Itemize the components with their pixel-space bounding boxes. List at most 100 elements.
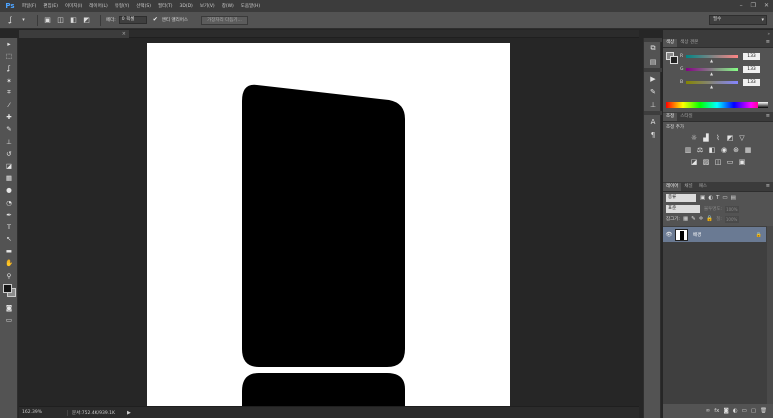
tab-styles[interactable]: 스타일 xyxy=(677,113,695,121)
menu-edit[interactable]: 편집(E) xyxy=(43,3,58,9)
intersect-selection-icon[interactable]: ◩ xyxy=(82,16,91,25)
pen-tool-icon[interactable]: ✒ xyxy=(0,209,18,221)
red-track[interactable]: ▲ xyxy=(686,55,738,63)
black-white-icon[interactable]: ◧ xyxy=(708,146,716,154)
menu-filter[interactable]: 필터(T) xyxy=(158,3,173,9)
screen-mode-icon[interactable]: ▭ xyxy=(0,314,18,326)
tab-adjustments[interactable]: 조정 xyxy=(663,113,678,121)
panel-menu-icon[interactable]: ≡ xyxy=(766,39,770,45)
blue-slider[interactable]: B ▲ 133 xyxy=(680,79,760,89)
green-thumb[interactable]: ▲ xyxy=(710,71,713,76)
refine-edge-button[interactable]: 가장자리 다듬기... xyxy=(201,15,248,25)
healing-brush-tool-icon[interactable]: ✚ xyxy=(0,111,18,123)
rectangle-tool-icon[interactable]: ▬ xyxy=(0,245,18,257)
layer-filter-select[interactable]: 종류 xyxy=(666,194,696,202)
new-group-icon[interactable]: ▭ xyxy=(742,408,747,414)
crop-tool-icon[interactable]: ⌗ xyxy=(0,87,18,99)
menu-file[interactable]: 파일(F) xyxy=(22,3,36,9)
tab-paths[interactable]: 패스 xyxy=(696,183,710,191)
color-balance-icon[interactable]: ⚖ xyxy=(696,146,704,154)
gradient-tool-icon[interactable]: ▦ xyxy=(0,172,18,184)
marquee-tool-icon[interactable]: ⬚ xyxy=(0,50,18,62)
menu-layer[interactable]: 레이어(L) xyxy=(89,3,107,9)
paragraph-panel-icon[interactable]: ¶ xyxy=(644,128,662,141)
menu-3d[interactable]: 3D(D) xyxy=(180,4,193,9)
delete-layer-icon[interactable]: 🗑 xyxy=(760,408,767,414)
red-thumb[interactable]: ▲ xyxy=(710,58,713,63)
exposure-icon[interactable]: ◩ xyxy=(726,134,734,142)
filter-adjustment-icon[interactable]: ◐ xyxy=(708,195,713,201)
lasso-icon[interactable]: ʆ xyxy=(6,16,15,25)
levels-icon[interactable]: ▟ xyxy=(702,134,710,142)
visibility-eye-icon[interactable]: 👁 xyxy=(663,232,675,238)
lasso-tool-icon[interactable]: ʆ xyxy=(0,62,18,74)
menu-type[interactable]: 유형(Y) xyxy=(115,3,130,9)
lock-transparent-icon[interactable]: ▦ xyxy=(683,216,688,222)
menu-window[interactable]: 창(W) xyxy=(222,3,234,9)
lock-position-icon[interactable]: ✛ xyxy=(699,216,704,222)
panel-menu-icon[interactable]: ≡ xyxy=(766,183,770,189)
type-tool-icon[interactable]: T xyxy=(0,221,18,233)
menu-view[interactable]: 보기(V) xyxy=(200,3,215,9)
curves-icon[interactable]: ⌇ xyxy=(714,134,722,142)
posterize-icon[interactable]: ▨ xyxy=(702,158,710,166)
restore-icon[interactable]: ❐ xyxy=(751,2,756,9)
zoom-level[interactable]: 162.39% xyxy=(19,410,59,415)
color-spectrum-ramp[interactable] xyxy=(666,102,768,108)
add-mask-icon[interactable]: ◙ xyxy=(723,408,728,414)
history-panel-icon[interactable]: ⧉ xyxy=(644,42,662,55)
tool-preset-chevron-icon[interactable]: ▾ xyxy=(19,16,28,25)
layer-name[interactable]: 배경 xyxy=(693,232,756,238)
history-brush-tool-icon[interactable]: ↺ xyxy=(0,148,18,160)
opacity-input[interactable]: 100% xyxy=(725,205,740,213)
subtract-from-selection-icon[interactable]: ◧ xyxy=(69,16,78,25)
brush-panel-icon[interactable]: ✎ xyxy=(644,85,662,98)
document-tab[interactable]: × xyxy=(19,30,129,38)
red-value[interactable]: 133 xyxy=(743,53,760,60)
tab-color[interactable]: 색상 xyxy=(663,39,678,47)
path-selection-tool-icon[interactable]: ↖ xyxy=(0,233,18,245)
foreground-color-swatch[interactable] xyxy=(3,283,12,293)
feather-input[interactable]: 0 픽셀 xyxy=(118,16,147,24)
tab-layers[interactable]: 레이어 xyxy=(663,183,682,191)
blue-value[interactable]: 133 xyxy=(743,79,760,86)
filter-pixel-icon[interactable]: ▣ xyxy=(700,195,705,201)
new-layer-icon[interactable]: ▢ xyxy=(751,408,756,414)
character-panel-icon[interactable]: A xyxy=(644,115,662,128)
photo-filter-icon[interactable]: ◉ xyxy=(720,146,728,154)
lock-all-icon[interactable]: 🔒 xyxy=(706,216,713,222)
blue-track[interactable]: ▲ xyxy=(686,81,738,89)
hue-saturation-icon[interactable]: ▥ xyxy=(684,146,692,154)
filter-shape-icon[interactable]: ▭ xyxy=(722,195,727,201)
status-menu-arrow-icon[interactable]: ▶ xyxy=(127,410,131,416)
new-adjustment-layer-icon[interactable]: ◐ xyxy=(733,408,738,414)
channel-mixer-icon[interactable]: ⊛ xyxy=(732,146,740,154)
actions-panel-icon[interactable]: ▶ xyxy=(644,72,662,85)
blur-tool-icon[interactable]: ● xyxy=(0,184,18,196)
layer-style-icon[interactable]: fx xyxy=(714,408,719,414)
layers-scrollbar[interactable] xyxy=(767,226,773,416)
close-tab-icon[interactable]: × xyxy=(122,30,126,38)
layer-row[interactable]: 👁 배경 🔒 xyxy=(663,227,766,242)
green-track[interactable]: ▲ xyxy=(686,68,738,76)
blend-mode-select[interactable]: 표준 xyxy=(666,205,700,213)
workspace-select[interactable]: 필수 xyxy=(709,15,767,25)
vibrance-icon[interactable]: ▽ xyxy=(738,134,746,142)
blue-thumb[interactable]: ▲ xyxy=(710,84,713,89)
invert-icon[interactable]: ◪ xyxy=(690,158,698,166)
color-swatches[interactable] xyxy=(0,282,17,302)
quick-mask-icon[interactable]: ◙ xyxy=(0,302,18,314)
document-canvas[interactable] xyxy=(147,43,510,406)
new-selection-icon[interactable]: ▣ xyxy=(43,16,52,25)
zoom-tool-icon[interactable]: ⚲ xyxy=(0,270,18,282)
dodge-tool-icon[interactable]: ◔ xyxy=(0,196,18,208)
brush-tool-icon[interactable]: ✎ xyxy=(0,123,18,135)
link-layers-icon[interactable]: ∞ xyxy=(706,408,711,414)
brightness-contrast-icon[interactable]: ☼ xyxy=(690,134,698,142)
color-lookup-icon[interactable]: ▦ xyxy=(744,146,752,154)
antialias-checkbox[interactable]: ✔ xyxy=(153,17,159,23)
eyedropper-tool-icon[interactable]: ⁄ xyxy=(0,99,18,111)
green-slider[interactable]: G ▲ 133 xyxy=(680,66,760,76)
magic-wand-tool-icon[interactable]: ✶ xyxy=(0,75,18,87)
clone-stamp-tool-icon[interactable]: ⊥ xyxy=(0,136,18,148)
